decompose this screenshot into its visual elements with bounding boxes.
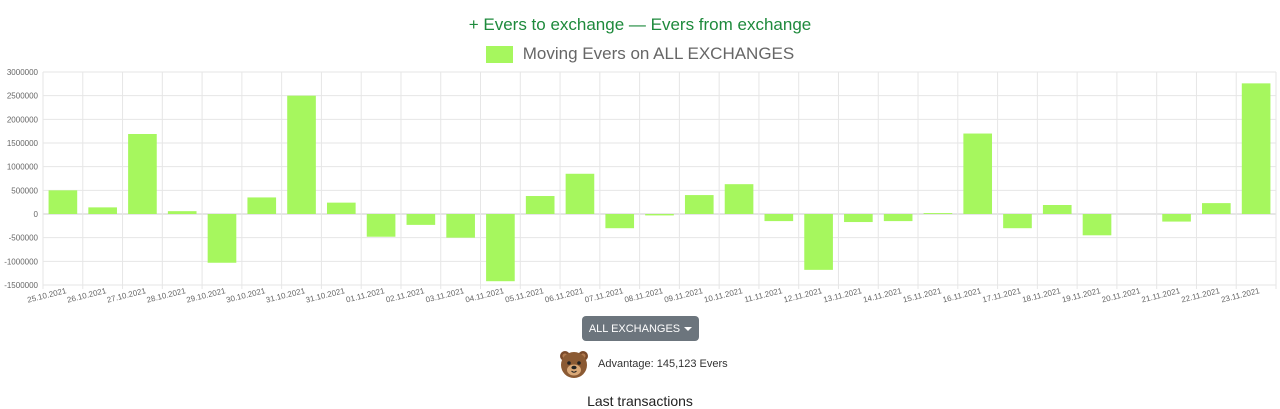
x-tick-label: 26.10.2021 xyxy=(66,286,108,305)
x-tick-label: 03.11.2021 xyxy=(425,286,466,304)
x-tick-label: 07.11.2021 xyxy=(584,286,625,304)
x-tick-label: 19.11.2021 xyxy=(1061,286,1102,304)
bar xyxy=(1003,214,1032,229)
advantage-row: Advantage: 145,123 Evers xyxy=(558,348,728,380)
bar xyxy=(247,197,277,214)
y-tick-label: -1500000 xyxy=(4,281,38,290)
bar xyxy=(446,214,475,238)
bar xyxy=(326,202,356,214)
bar xyxy=(645,214,674,216)
last-transactions-heading: Last transactions xyxy=(587,393,693,409)
x-tick-label: 02.11.2021 xyxy=(385,286,426,304)
x-tick-label: 31.10.2021 xyxy=(305,286,347,305)
bar xyxy=(764,214,794,222)
bar xyxy=(1202,203,1231,214)
x-tick-label: 16.11.2021 xyxy=(942,286,983,304)
bar xyxy=(1241,83,1271,214)
y-tick-label: -500000 xyxy=(9,234,39,243)
bar-chart: 3000000 2500000 2000000 1500000 1000000 50000… xyxy=(4,68,1277,305)
x-tick-label: 21.11.2021 xyxy=(1141,286,1182,304)
x-tick-label: 13.11.2021 xyxy=(822,286,863,304)
x-tick-label: 28.10.2021 xyxy=(146,286,188,305)
x-tick-label: 06.11.2021 xyxy=(544,286,585,304)
bar xyxy=(406,214,436,225)
x-tick-label: 18.11.2021 xyxy=(1021,286,1062,304)
x-tick-label: 10.11.2021 xyxy=(703,286,744,304)
x-tick-label: 20.11.2021 xyxy=(1101,286,1142,304)
bar xyxy=(844,214,873,223)
x-tick-label: 11.11.2021 xyxy=(743,286,783,304)
bar xyxy=(525,196,555,214)
x-tick-label: 31.10.2021 xyxy=(265,286,307,305)
y-tick-label: 0 xyxy=(34,210,39,219)
x-tick-label: 29.10.2021 xyxy=(185,286,227,305)
x-tick-label: 27.10.2021 xyxy=(106,286,148,305)
bar xyxy=(605,214,635,229)
x-tick-label: 30.10.2021 xyxy=(225,286,267,305)
bar xyxy=(1082,214,1112,236)
bar xyxy=(565,173,595,214)
bar xyxy=(287,95,316,214)
y-tick-label: 2500000 xyxy=(7,92,39,101)
x-tick-label: 14.11.2021 xyxy=(862,286,903,304)
x-tick-label: 05.11.2021 xyxy=(504,286,545,304)
y-tick-label: 3000000 xyxy=(7,68,39,77)
x-tick-label: 12.11.2021 xyxy=(783,286,824,304)
x-tick-label: 04.11.2021 xyxy=(464,286,505,304)
chevron-down-icon xyxy=(684,327,693,331)
x-tick-label: 17.11.2021 xyxy=(981,286,1022,304)
x-tick-label: 08.11.2021 xyxy=(624,286,665,304)
advantage-text: Advantage: 145,123 Evers xyxy=(598,358,728,370)
y-tick-label: -1000000 xyxy=(4,257,38,266)
bar xyxy=(684,195,714,214)
bar xyxy=(366,214,396,237)
bar xyxy=(167,211,197,214)
bar xyxy=(486,214,515,282)
y-tick-label: 1000000 xyxy=(7,163,39,172)
bar xyxy=(1162,214,1191,222)
x-tick-label: 01.11.2021 xyxy=(345,286,386,304)
bar xyxy=(963,133,993,214)
bar xyxy=(48,190,78,214)
x-tick-label: 22.11.2021 xyxy=(1180,286,1221,304)
bar xyxy=(128,134,157,214)
y-tick-label: 500000 xyxy=(11,186,38,195)
y-tick-label: 2000000 xyxy=(7,115,39,124)
y-tick-label: 1500000 xyxy=(7,139,39,148)
bar xyxy=(1042,205,1072,214)
bar xyxy=(883,214,913,222)
bar xyxy=(804,214,833,270)
bar xyxy=(724,184,754,214)
x-tick-label: 15.11.2021 xyxy=(902,286,943,304)
bear-icon xyxy=(558,348,590,380)
bar xyxy=(923,213,953,214)
exchange-dropdown-label: ALL EXCHANGES xyxy=(588,322,681,335)
x-tick-label: 09.11.2021 xyxy=(663,286,704,304)
bar xyxy=(207,214,237,263)
x-tick-label: 23.11.2021 xyxy=(1220,286,1261,304)
exchange-dropdown-button[interactable]: ALL EXCHANGES xyxy=(582,316,699,341)
bar xyxy=(88,207,117,214)
